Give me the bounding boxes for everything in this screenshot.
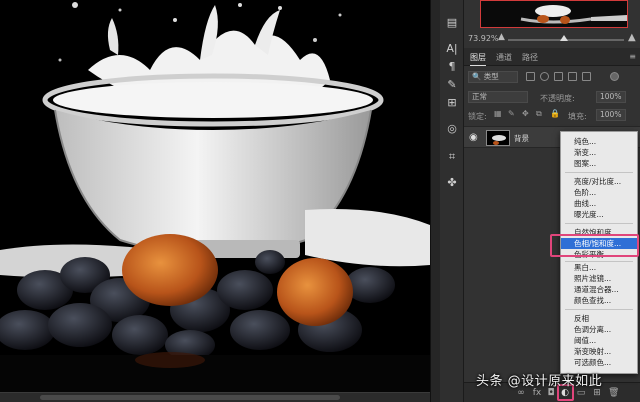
menu-separator (565, 223, 633, 224)
new-layer-icon[interactable]: ⊞ (592, 388, 602, 398)
menu-separator (565, 172, 633, 173)
lock-artboard-icon[interactable]: ⧉ (536, 109, 542, 119)
zoom-in-icon[interactable]: ▲ (628, 32, 636, 43)
navigator-preview (481, 1, 627, 27)
menu-item-curves[interactable]: 曲线... (561, 198, 637, 209)
filter-type-icon[interactable] (554, 72, 563, 81)
horizontal-scrollbar[interactable] (0, 392, 430, 402)
zoom-percent[interactable]: 73.92% (468, 34, 499, 43)
menu-item-selective-color[interactable]: 可选颜色... (561, 357, 637, 368)
filter-shape-icon[interactable] (568, 72, 577, 81)
opacity-label: 不透明度: (540, 94, 575, 103)
adjustments-icon[interactable]: ◎ (443, 120, 461, 138)
filter-pixel-icon[interactable] (526, 72, 535, 81)
properties-icon[interactable]: ▤ (443, 14, 461, 32)
menu-item-photo-filter[interactable]: 照片滤镜... (561, 273, 637, 284)
layer-style-icon[interactable]: fx (532, 388, 542, 398)
document-canvas[interactable] (0, 0, 430, 402)
lock-all-icon[interactable]: 🔒 (550, 109, 560, 118)
zoom-out-icon[interactable]: ▲ (498, 32, 505, 42)
paragraph-icon[interactable]: ¶ (443, 58, 461, 76)
blend-mode-dropdown[interactable]: 正常 (468, 91, 528, 103)
lock-paint-icon[interactable]: ✎ (508, 109, 515, 118)
filter-smart-object-icon[interactable] (582, 72, 591, 81)
tab-layers[interactable]: 图层 (470, 52, 486, 66)
shapes-icon[interactable]: ✤ (443, 174, 461, 192)
menu-item-invert[interactable]: 反相 (561, 313, 637, 324)
fill-label: 填充: (568, 112, 587, 121)
layer-thumbnail-image (487, 131, 509, 145)
scrollbar-thumb[interactable] (40, 395, 340, 400)
filter-toggle-icon[interactable] (610, 72, 619, 81)
crop-icon[interactable]: ⌗ (443, 148, 461, 166)
menu-item-channel-mixer[interactable]: 通道混合器... (561, 284, 637, 295)
fill-input[interactable]: 100% (596, 109, 626, 121)
panel-icon-strip: ▤ A| ¶ ✎ ⊞ ◎ ⌗ ✤ (440, 0, 464, 402)
menu-item-exposure[interactable]: 曝光度... (561, 209, 637, 220)
character-icon[interactable]: A| (443, 40, 461, 58)
zoom-slider-knob[interactable] (560, 35, 568, 41)
layer-thumbnail (486, 130, 510, 146)
navigator-thumbnail[interactable] (480, 0, 628, 28)
lock-pixels-icon[interactable]: ▦ (494, 109, 502, 118)
menu-item-levels[interactable]: 色阶... (561, 187, 637, 198)
navigator-zoom-row: 73.92% ▲ ▲ (464, 32, 640, 46)
watermark-text: 头条 @设计原来如此 (476, 374, 603, 389)
menu-item-threshold[interactable]: 阈值... (561, 335, 637, 346)
layers-tabs: 图层 通道 路径 ≡ (464, 48, 640, 66)
eye-icon[interactable]: ◉ (469, 132, 478, 143)
panel-menu-icon[interactable]: ≡ (629, 52, 636, 61)
menu-item-pattern[interactable]: 图案... (561, 158, 637, 169)
layer-filter-row: 🔍 类型 (464, 68, 640, 86)
tab-paths[interactable]: 路径 (522, 52, 538, 63)
clone-source-icon[interactable]: ⊞ (443, 94, 461, 112)
photo-milk-bowl-raisins (0, 0, 430, 402)
tab-channels[interactable]: 通道 (496, 52, 512, 63)
add-mask-icon[interactable]: ◘ (546, 388, 556, 398)
brush-settings-icon[interactable]: ✎ (443, 76, 461, 94)
menu-item-solid-color[interactable]: 纯色... (561, 136, 637, 147)
apricot-left (122, 234, 218, 306)
menu-item-brightness-contrast[interactable]: 亮度/对比度... (561, 176, 637, 187)
menu-item-posterize[interactable]: 色调分离... (561, 324, 637, 335)
apricot-right (277, 258, 353, 326)
panel-divider (430, 0, 440, 402)
lock-row: 锁定: ▦ ✎ ✥ ⧉ 🔒 填充: 100% (464, 106, 640, 124)
menu-item-gradient-map[interactable]: 渐变映射... (561, 346, 637, 357)
lock-position-icon[interactable]: ✥ (522, 109, 529, 118)
hue-saturation-highlight (550, 234, 639, 257)
menu-item-black-white[interactable]: 黑白... (561, 262, 637, 273)
filter-kind-label: 类型 (483, 72, 499, 81)
opacity-input[interactable]: 100% (596, 91, 626, 103)
lock-label: 锁定: (468, 112, 487, 121)
blend-row: 正常 不透明度: 100% (464, 88, 640, 106)
new-group-icon[interactable]: ▭ (576, 388, 586, 398)
link-layers-icon[interactable]: ∞ (516, 388, 526, 398)
layer-name[interactable]: 背景 (514, 133, 529, 144)
menu-item-gradient[interactable]: 渐变... (561, 147, 637, 158)
delete-layer-icon[interactable]: 🗑 (608, 388, 619, 398)
filter-adjustment-icon[interactable] (540, 72, 549, 81)
filter-kind-dropdown[interactable]: 🔍 类型 (468, 71, 518, 83)
menu-separator (565, 309, 633, 310)
menu-item-color-lookup[interactable]: 颜色查找... (561, 295, 637, 306)
